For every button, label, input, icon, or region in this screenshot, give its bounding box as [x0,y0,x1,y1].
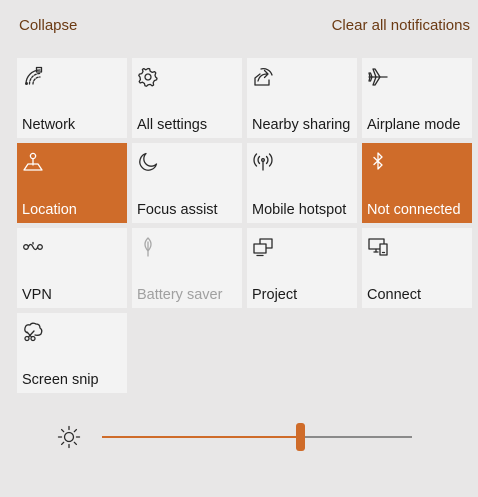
hotspot-icon [252,151,274,173]
nearby-sharing-tile[interactable]: Nearby sharing [247,58,357,138]
network-icon [22,66,44,88]
location-tile[interactable]: Location [17,143,127,223]
gear-icon [137,66,159,88]
bluetooth-icon [367,151,389,173]
tile-label: Airplane mode [367,117,461,133]
connect-tile[interactable]: Connect [362,228,472,308]
tile-label: Battery saver [137,287,223,303]
brightness-slider[interactable] [102,422,412,452]
bluetooth-tile[interactable]: Not connected [362,143,472,223]
share-icon [252,66,274,88]
mobile-hotspot-tile[interactable]: Mobile hotspot [247,143,357,223]
tile-label: All settings [137,117,208,133]
clear-all-notifications-link[interactable]: Clear all notifications [332,17,470,34]
tile-label: VPN [22,287,52,303]
location-icon [22,151,44,173]
vpn-icon [22,236,44,258]
slider-fill [102,436,301,438]
tile-label: Not connected [367,202,461,218]
tile-label: Location [22,202,77,218]
vpn-tile[interactable]: VPN [17,228,127,308]
tile-label: Network [22,117,76,133]
moon-icon [137,151,159,173]
brightness-icon [57,425,81,449]
tile-label: Mobile hotspot [252,202,347,218]
tile-label: Focus assist [137,202,218,218]
battery-saver-tile[interactable]: Battery saver [132,228,242,308]
network-tile[interactable]: Network [17,58,127,138]
leaf-icon [137,236,159,258]
quick-actions-grid: Network All settings Nearby sharing Airp… [17,58,473,393]
screen-snip-icon [22,321,44,343]
slider-thumb[interactable] [296,423,306,451]
tile-label: Screen snip [22,372,99,388]
focus-assist-tile[interactable]: Focus assist [132,143,242,223]
connect-icon [367,236,389,258]
collapse-link[interactable]: Collapse [19,17,77,34]
airplane-icon [367,66,389,88]
tile-label: Project [252,287,298,303]
project-icon [252,236,274,258]
airplane-mode-tile[interactable]: Airplane mode [362,58,472,138]
screen-snip-tile[interactable]: Screen snip [17,313,127,393]
all-settings-tile[interactable]: All settings [132,58,242,138]
tile-label: Nearby sharing [252,117,351,133]
tile-label: Connect [367,287,422,303]
project-tile[interactable]: Project [247,228,357,308]
